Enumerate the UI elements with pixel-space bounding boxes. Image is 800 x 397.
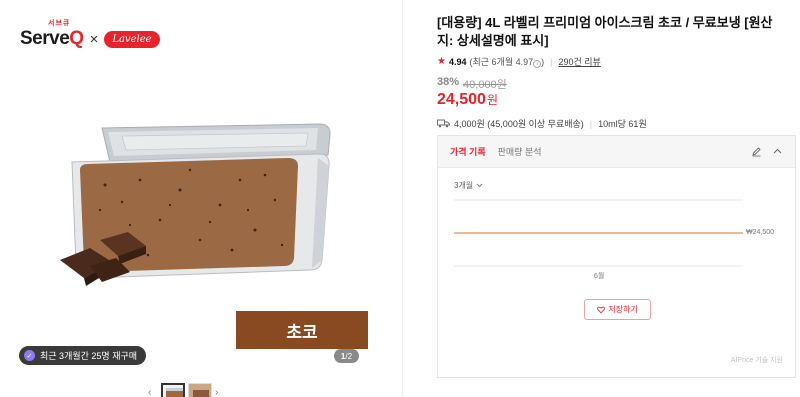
discount-percent: 38% bbox=[437, 76, 460, 88]
ice-cream-tub-image bbox=[60, 123, 331, 286]
truck-icon bbox=[437, 119, 450, 128]
panel-actions bbox=[751, 146, 783, 157]
aiprice-credit: AIPrice 기술 지원 bbox=[730, 357, 783, 364]
product-image-area[interactable]: 서브큐 ServeQ × Lavelee 초코 ✓ 최근 3개월간 25명 재구… bbox=[0, 0, 402, 397]
delivery-separator: | bbox=[589, 118, 593, 129]
sale-price: 24,500원 bbox=[437, 91, 498, 108]
period-select[interactable]: 3개월 bbox=[454, 180, 483, 191]
price-history-panel: 가격 기록 판매량 분석 3개월 ₩24,500 6월 저장하기 AIPrice… bbox=[437, 135, 796, 378]
repurchase-badge-icon: ✓ bbox=[24, 350, 35, 361]
thumbnail-2[interactable] bbox=[188, 383, 212, 397]
thumbnail-strip: ‹ › bbox=[148, 383, 225, 397]
panel-header: 가격 기록 판매량 분석 bbox=[438, 136, 795, 168]
thumb-prev-icon[interactable]: ‹ bbox=[148, 387, 158, 397]
rating-separator: | bbox=[550, 56, 553, 67]
repurchase-text: 최근 3개월간 25명 재구매 bbox=[40, 351, 138, 361]
lavelee-logo: Lavelee bbox=[104, 30, 160, 48]
rating-score: 4.94 bbox=[448, 56, 467, 67]
original-price: 40,000원 bbox=[463, 79, 507, 91]
thumbnail-1[interactable] bbox=[161, 383, 185, 397]
discount-row: 38% 40,000원 bbox=[437, 76, 507, 92]
chevron-up-icon[interactable] bbox=[772, 146, 783, 157]
brand-logo: 서브큐 ServeQ × Lavelee bbox=[20, 20, 160, 50]
delivery-fee: 4,000원 (45,000원 이상 무료배송) bbox=[454, 119, 584, 129]
repurchase-badge: ✓ 최근 3개월간 25명 재구매 bbox=[19, 346, 147, 365]
tab-price-history[interactable]: 가격 기록 bbox=[450, 145, 486, 158]
heart-icon bbox=[597, 306, 606, 313]
price-line-label: ₩24,500 bbox=[746, 229, 775, 236]
column-divider bbox=[402, 0, 403, 397]
tab-sales-analysis[interactable]: 판매량 분석 bbox=[498, 145, 542, 158]
review-count-link[interactable]: 290건 리뷰 bbox=[558, 55, 600, 68]
collab-times: × bbox=[89, 30, 99, 48]
serveq-logo-korean: 서브큐 bbox=[48, 20, 71, 27]
pencil-icon[interactable] bbox=[751, 146, 762, 157]
month-tick-label: 6월 bbox=[594, 273, 605, 280]
chevron-down-icon bbox=[476, 183, 483, 188]
image-pager: 1/2 bbox=[334, 349, 359, 363]
serveq-logo: 서브큐 ServeQ bbox=[20, 20, 84, 50]
product-title: [대용량] 4L 라벨리 프리미엄 아이스크림 초코 / 무료보냉 [원산지: … bbox=[437, 15, 773, 48]
save-button-label: 저장하기 bbox=[608, 305, 638, 314]
price-chart bbox=[454, 199, 743, 267]
thumb-next-icon[interactable]: › bbox=[215, 387, 225, 397]
recent-rating: (최근 6개월 4.97 i) bbox=[469, 57, 545, 68]
unit-price: 10ml당 61원 bbox=[598, 119, 647, 129]
delivery-info: 4,000원 (45,000원 이상 무료배송) | 10ml당 61원 bbox=[437, 117, 647, 130]
serveq-logo-text: ServeQ bbox=[20, 28, 84, 49]
rating-row: ★ 4.94 (최근 6개월 4.97 i) | 290건 리뷰 bbox=[437, 55, 601, 68]
star-icon: ★ bbox=[437, 56, 446, 67]
info-icon[interactable]: i bbox=[533, 60, 542, 68]
flavor-banner: 초코 bbox=[236, 311, 368, 349]
save-button[interactable]: 저장하기 bbox=[584, 299, 651, 320]
